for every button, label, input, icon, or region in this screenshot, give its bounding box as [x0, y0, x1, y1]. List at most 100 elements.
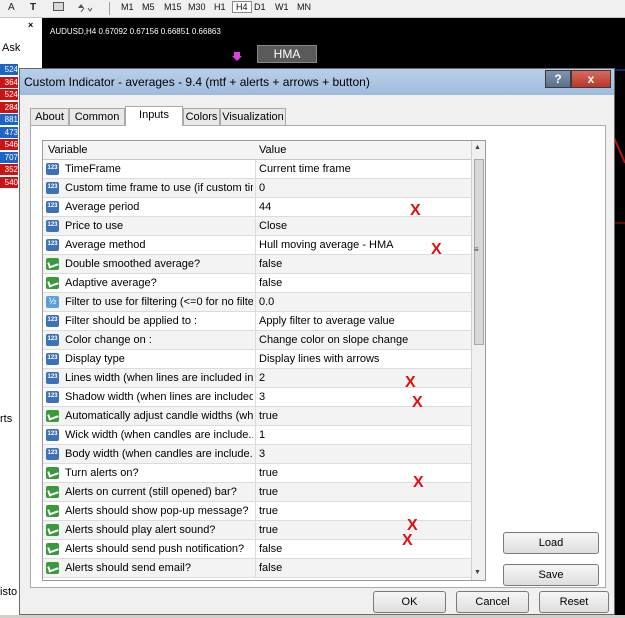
help-button[interactable]: ?	[545, 70, 571, 88]
handwritten-x-mark: X	[431, 241, 442, 258]
timeframe-button-m5[interactable]: M5	[139, 2, 158, 12]
scroll-up-icon[interactable]: ▲	[474, 144, 481, 151]
market-watch-close-icon[interactable]: ×	[28, 20, 33, 30]
timeframe-button-mn[interactable]: MN	[294, 2, 314, 12]
history-tab-label[interactable]: isto	[0, 586, 17, 598]
parameter-value[interactable]: 0.0	[259, 296, 274, 308]
table-row[interactable]: Body width (when candles are include... 3	[43, 445, 471, 464]
parameter-value[interactable]: 3	[259, 448, 265, 460]
table-row[interactable]: Wick width (when candles are include... 1	[43, 426, 471, 445]
value-column-header[interactable]: Value	[259, 144, 286, 156]
ask-value-cell[interactable]: 473	[0, 126, 18, 138]
table-row[interactable]: Double smoothed average? false	[43, 255, 471, 274]
chart-window[interactable]: AUDUSD,H4 0.67092 0.67156 0.66851 0.6686…	[42, 18, 625, 73]
text-label-tool-button[interactable]: T	[30, 2, 36, 13]
save-button[interactable]: Save	[503, 564, 599, 586]
table-row[interactable]: Filter should be applied to : Apply filte…	[43, 312, 471, 331]
table-row[interactable]: Price to use Close	[43, 217, 471, 236]
parameter-value[interactable]: Hull moving average - HMA	[259, 239, 394, 251]
ok-button[interactable]: OK	[373, 591, 446, 613]
tab-about[interactable]: About	[30, 108, 69, 125]
text-tool-button[interactable]: A	[8, 2, 15, 13]
timeframe-button-m1[interactable]: M1	[118, 2, 137, 12]
ask-column-header[interactable]: Ask	[2, 42, 20, 54]
cancel-button[interactable]: Cancel	[456, 591, 529, 613]
integer-type-icon	[46, 391, 59, 403]
table-row[interactable]: Alerts on current (still opened) bar? tru…	[43, 483, 471, 502]
hma-button[interactable]: HMA	[257, 45, 317, 63]
parameter-value[interactable]: 2	[259, 372, 265, 384]
close-button[interactable]: x	[571, 70, 611, 88]
rectangle-tool-icon[interactable]	[53, 2, 64, 14]
parameter-value[interactable]: 3	[259, 391, 265, 403]
table-row[interactable]: Display type Display lines with arrows	[43, 350, 471, 369]
timeframe-button-m30[interactable]: M30	[185, 2, 209, 12]
tab-inputs[interactable]: Inputs	[125, 106, 183, 126]
table-row[interactable]: Adaptive average? false	[43, 274, 471, 293]
ask-value-cell[interactable]: 707	[0, 151, 18, 163]
parameter-value[interactable]: Apply filter to average value	[259, 315, 395, 327]
parameter-name: Automatically adjust candle widths (wh..…	[65, 410, 253, 422]
handwritten-x-mark: X	[410, 202, 421, 219]
timeframe-button-d1[interactable]: D1	[251, 2, 269, 12]
dialog-titlebar[interactable]: Custom Indicator - averages - 9.4 (mtf +…	[20, 69, 614, 95]
table-row[interactable]: Custom time frame to use (if custom tim.…	[43, 179, 471, 198]
boolean-type-icon	[46, 505, 59, 517]
table-scrollbar[interactable]: ▲ ≡ ▼	[471, 141, 485, 580]
ask-value-cell[interactable]: 881	[0, 114, 18, 125]
arrows-tool-icon[interactable]	[78, 2, 98, 16]
parameter-value[interactable]: 1	[259, 429, 265, 441]
timeframe-button-w1[interactable]: W1	[272, 2, 292, 12]
table-row[interactable]: TimeFrame Current time frame	[43, 160, 471, 179]
ask-value-cell[interactable]: 546	[0, 139, 18, 150]
parameter-value[interactable]: Current time frame	[259, 163, 351, 175]
table-row[interactable]: Alerts should send email? false	[43, 559, 471, 578]
boolean-type-icon	[46, 562, 59, 574]
ask-value-cell[interactable]: 284	[0, 101, 18, 113]
boolean-type-icon	[46, 467, 59, 479]
scroll-down-icon[interactable]: ▼	[474, 569, 481, 576]
table-row[interactable]: Average method Hull moving average - HMA	[43, 236, 471, 255]
ask-value-cell[interactable]: 364	[0, 76, 18, 88]
variable-column-header[interactable]: Variable	[48, 144, 88, 156]
table-row[interactable]: Average period 44	[43, 198, 471, 217]
ask-value-cell[interactable]: 524	[0, 89, 18, 100]
parameter-value[interactable]: Display lines with arrows	[259, 353, 379, 365]
table-row[interactable]: Automatically adjust candle widths (wh..…	[43, 407, 471, 426]
parameter-value[interactable]: false	[259, 562, 282, 574]
table-row[interactable]: Filter to use for filtering (<=0 for no …	[43, 293, 471, 312]
parameter-value[interactable]: false	[259, 258, 282, 270]
boolean-type-icon	[46, 486, 59, 498]
timeframe-button-h4[interactable]: H4	[232, 1, 252, 13]
column-divider	[255, 502, 256, 521]
timeframe-button-m15[interactable]: M15	[161, 2, 185, 12]
ask-value-cell[interactable]: 524	[0, 64, 18, 75]
terminal-toolbar: A T M1 M5 M15 M30 H1 H4 D1 W1 MN	[0, 0, 625, 18]
parameter-value[interactable]: 44	[259, 201, 271, 213]
load-button[interactable]: Load	[503, 532, 599, 554]
timeframe-button-h1[interactable]: H1	[211, 2, 229, 12]
parameter-value[interactable]: false	[259, 277, 282, 289]
parameter-name: Average method	[65, 239, 146, 251]
parameter-value[interactable]: true	[259, 505, 278, 517]
tab-colors[interactable]: Colors	[183, 108, 220, 125]
tab-common[interactable]: Common	[69, 108, 125, 125]
column-divider	[255, 464, 256, 483]
column-divider	[255, 312, 256, 331]
tab-visualization[interactable]: Visualization	[220, 108, 286, 125]
parameter-value[interactable]: Close	[259, 220, 287, 232]
table-row[interactable]: Color change on : Change color on slope c…	[43, 331, 471, 350]
parameter-value[interactable]: true	[259, 486, 278, 498]
parameter-value[interactable]: Change color on slope change	[259, 334, 408, 346]
parameter-value[interactable]: 0	[259, 182, 265, 194]
parameter-value[interactable]: true	[259, 524, 278, 536]
reset-button[interactable]: Reset	[539, 591, 609, 613]
parameter-value[interactable]: true	[259, 467, 278, 479]
ask-value-cell[interactable]: 540	[0, 176, 18, 188]
ask-value-cell[interactable]: 352	[0, 164, 18, 175]
integer-type-icon	[46, 372, 59, 384]
parameter-value[interactable]: false	[259, 543, 282, 555]
table-row[interactable]: Turn alerts on? true	[43, 464, 471, 483]
parameter-name: Custom time frame to use (if custom tim.…	[65, 182, 253, 194]
parameter-value[interactable]: true	[259, 410, 278, 422]
